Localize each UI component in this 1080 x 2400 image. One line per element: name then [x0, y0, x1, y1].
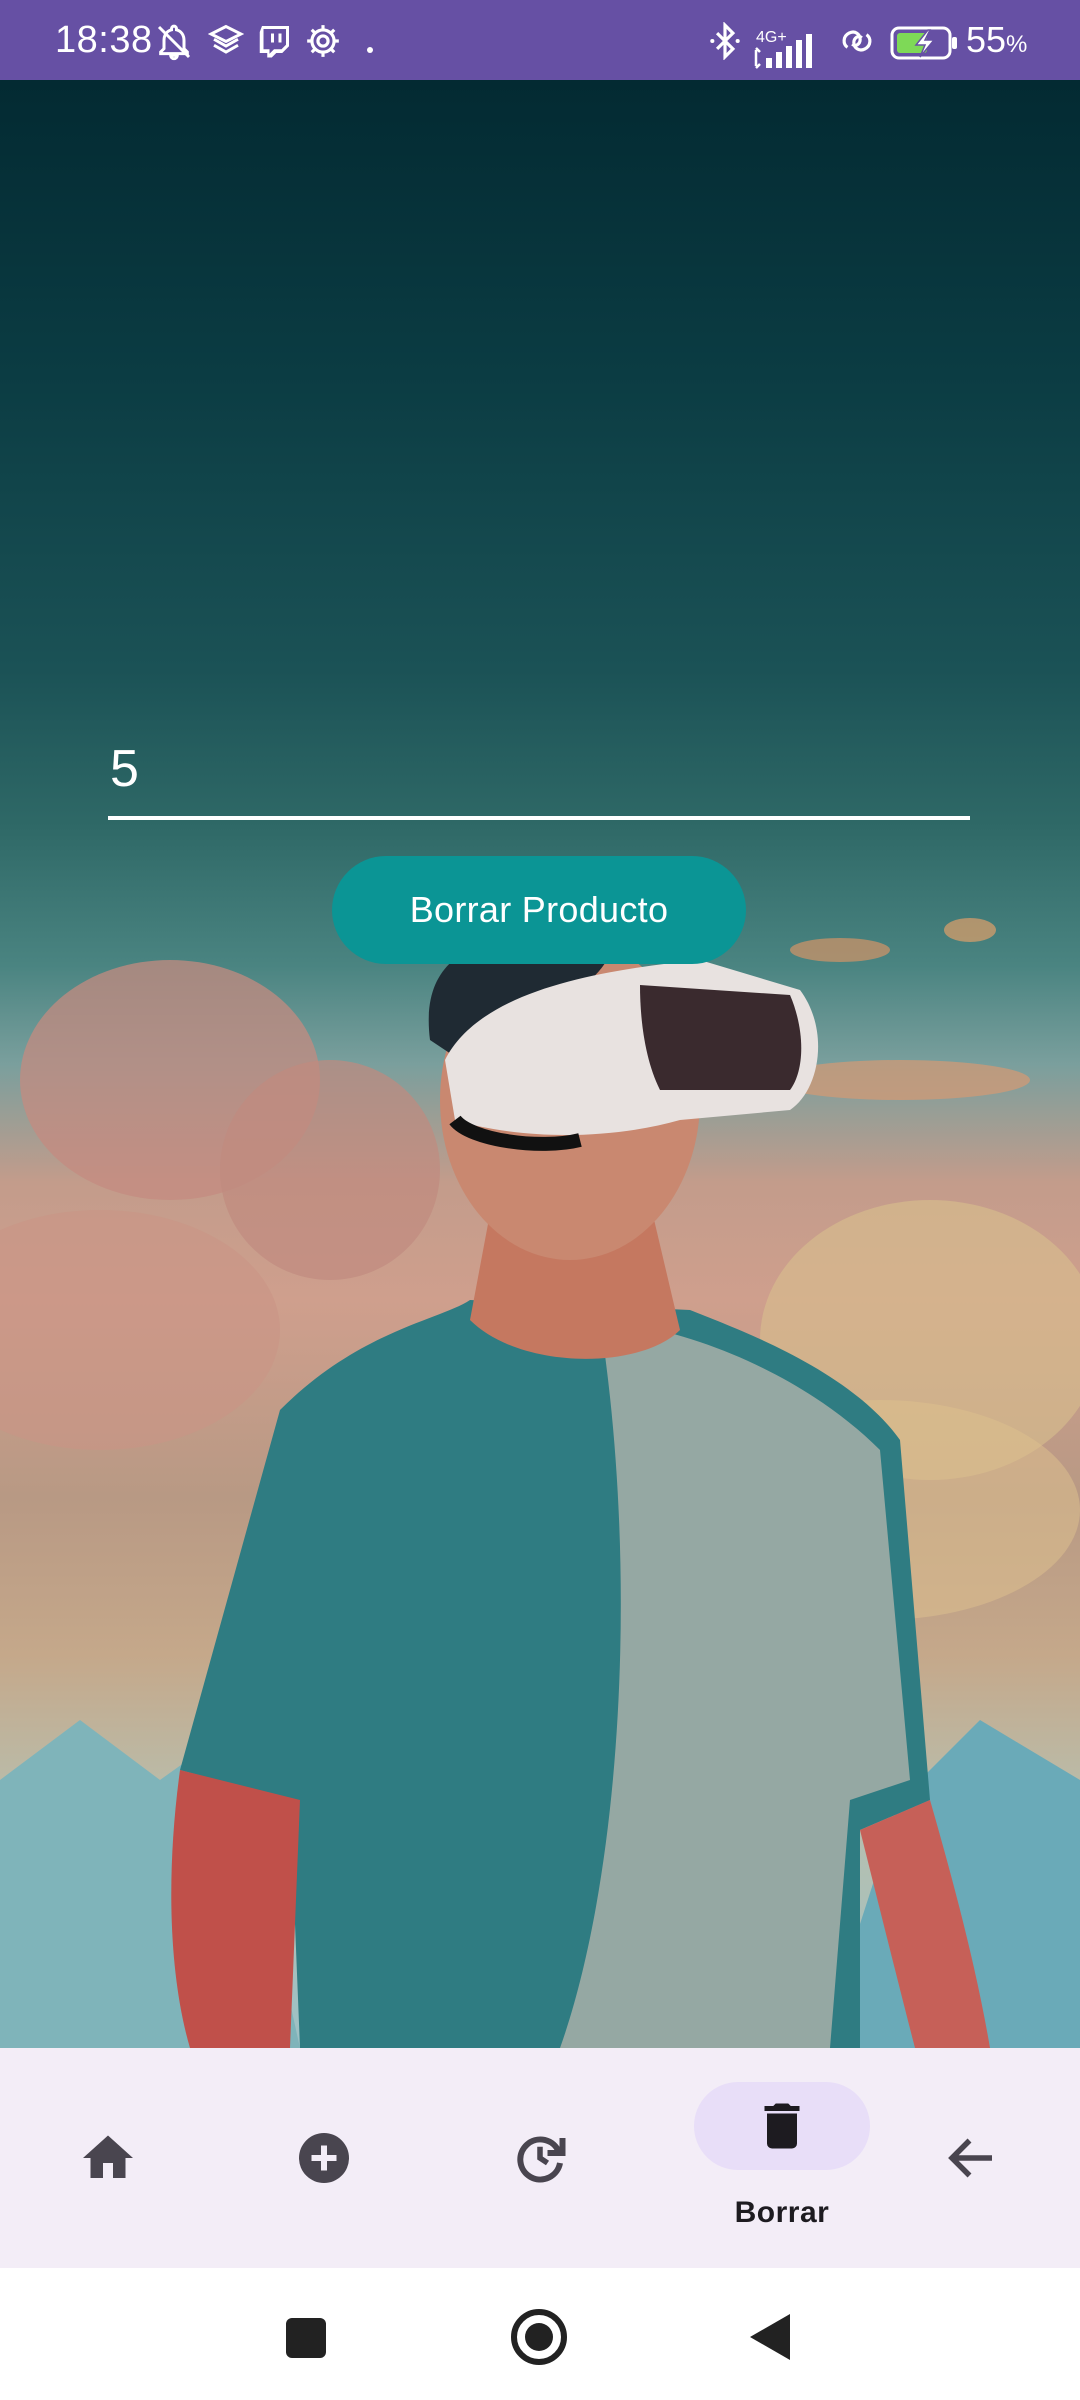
nav-item-home[interactable] [0, 2048, 216, 2268]
screen: 18:38 4G+ 55% 5 Borrar Producto Borrar [0, 0, 1080, 2400]
status-bar: 18:38 4G+ 55% [0, 0, 1080, 80]
back-triangle-icon[interactable] [748, 2312, 792, 2362]
add-circle-icon [299, 2133, 349, 2183]
update-icon [517, 2136, 566, 2183]
bell-off-icon [157, 24, 191, 61]
nav-item-add[interactable] [216, 2048, 432, 2268]
data-saver-icon [842, 30, 872, 52]
battery-charging-icon [890, 26, 957, 60]
nav-item-back[interactable] [864, 2048, 1080, 2268]
status-time: 18:38 [55, 19, 153, 61]
product-id-input[interactable] [108, 730, 970, 820]
vr-man-background-image [0, 918, 1080, 2048]
signal-icon [754, 34, 812, 69]
bottom-navigation: Borrar [0, 2048, 1080, 2268]
layers-icon [208, 24, 244, 54]
delete-product-button[interactable]: Borrar Producto [332, 856, 746, 964]
main-content: Borrar Producto [0, 80, 1080, 2048]
home-circle-icon[interactable] [510, 2308, 568, 2366]
recents-icon[interactable] [284, 2316, 328, 2360]
system-navigation-bar [0, 2268, 1080, 2400]
arrow-back-icon [948, 2138, 992, 2178]
trash-icon [764, 2103, 800, 2149]
twitch-icon [259, 26, 289, 58]
settings-icon [307, 25, 339, 57]
bluetooth-icon [710, 22, 740, 60]
battery-percent: 55% [966, 19, 1028, 60]
home-icon [83, 2135, 133, 2178]
nav-item-update[interactable] [432, 2048, 648, 2268]
dot-icon [367, 47, 373, 53]
